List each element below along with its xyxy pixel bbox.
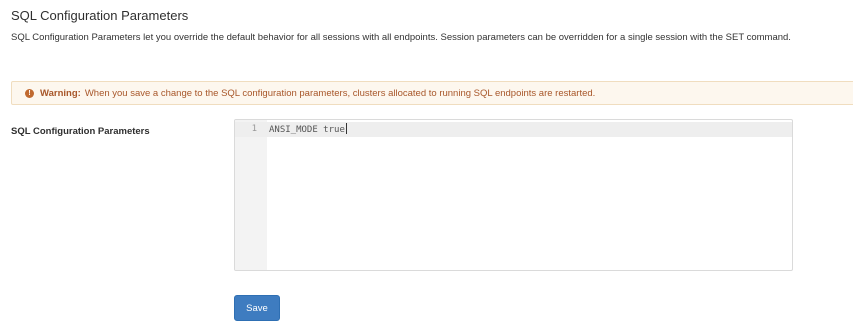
text-cursor	[345, 123, 347, 134]
warning-message: When you save a change to the SQL config…	[84, 87, 596, 99]
sql-config-editor[interactable]: 1 ANSI_MODE true	[234, 119, 793, 271]
section-title: SQL Configuration Parameters	[11, 8, 189, 23]
warning-banner: ! Warning: When you save a change to the…	[11, 81, 853, 105]
exclamation-icon: !	[25, 88, 34, 98]
editor-line-number: 1	[251, 124, 257, 134]
section-description: SQL Configuration Parameters let you ove…	[11, 32, 791, 43]
editor-code-line[interactable]: ANSI_MODE true	[269, 123, 347, 137]
sql-config-field-label: SQL Configuration Parameters	[11, 126, 150, 137]
editor-gutter	[235, 120, 267, 270]
editor-code-text[interactable]: ANSI_MODE true	[269, 125, 345, 135]
warning-prefix: Warning:	[40, 87, 81, 99]
save-button[interactable]: Save	[234, 295, 280, 321]
